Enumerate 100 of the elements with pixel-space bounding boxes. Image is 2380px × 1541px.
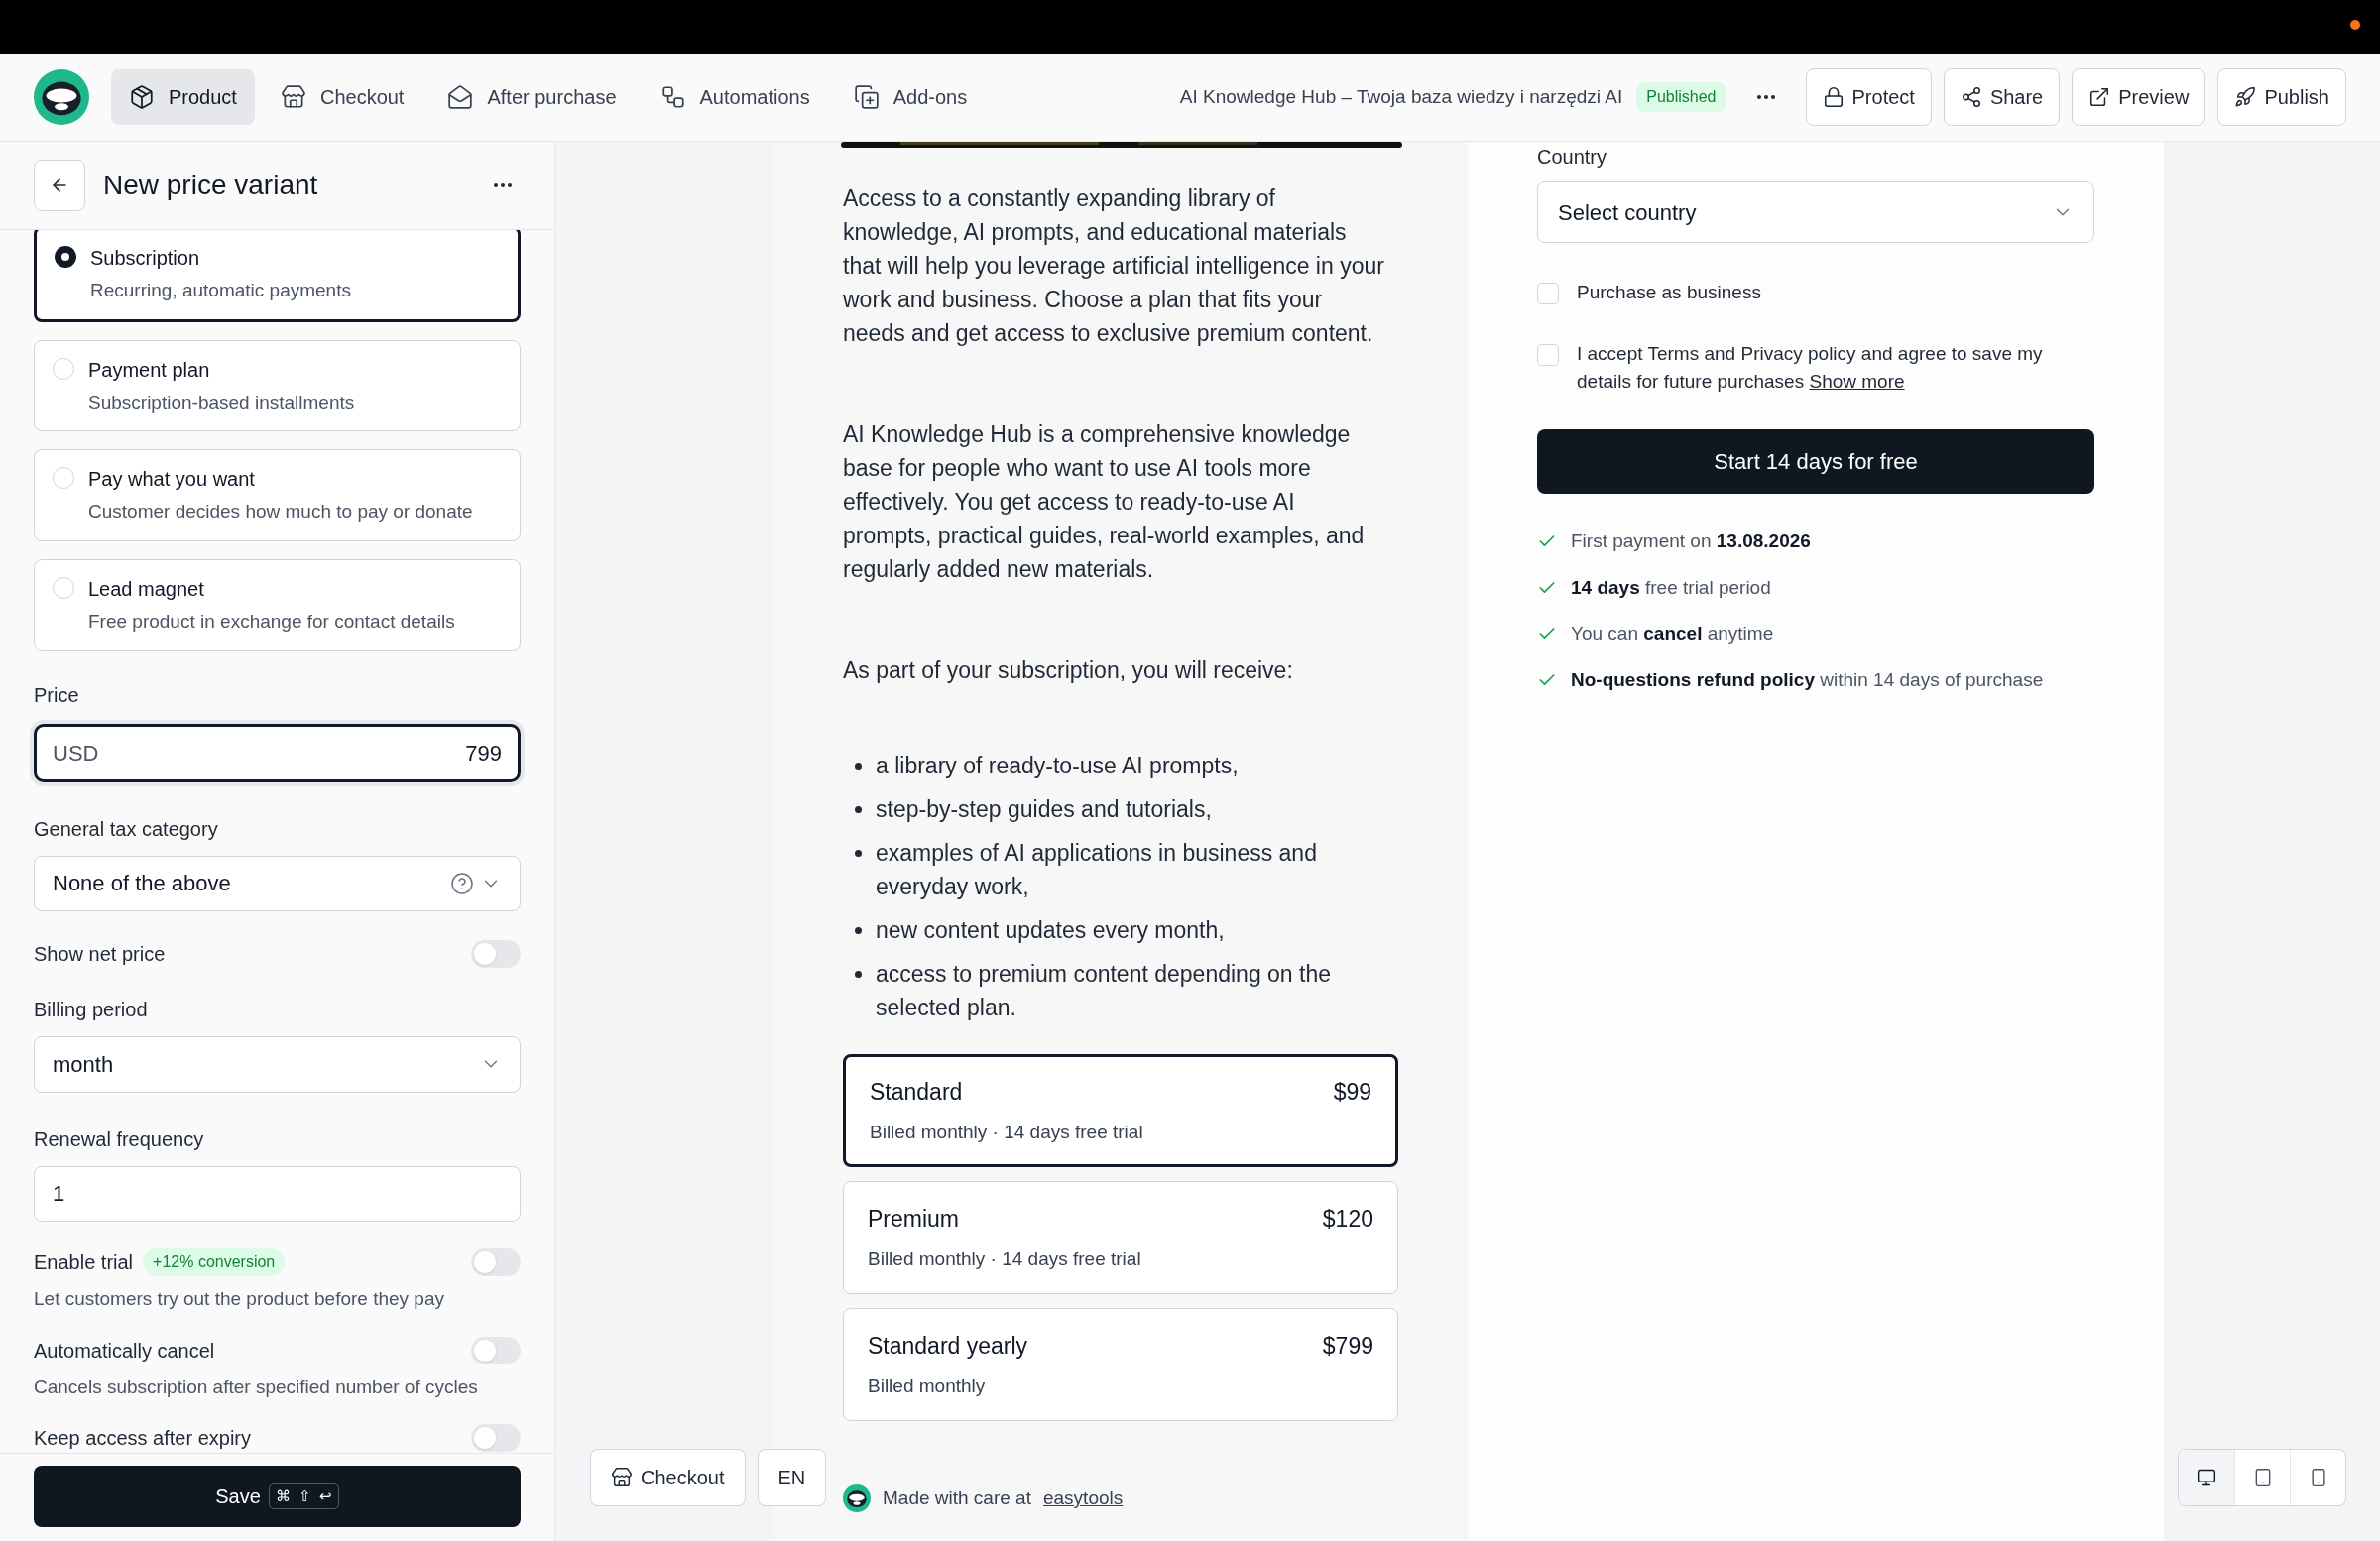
toggle-description: Cancels subscription after specified number of cycles bbox=[34, 1374, 479, 1399]
toggle-switch[interactable] bbox=[471, 1248, 521, 1276]
toolbar-button[interactable]: Share bbox=[1943, 68, 2061, 126]
benefit-text: No-questions refund policy within 14 days of purchase bbox=[1571, 667, 2044, 692]
checkbox-label: I accept Terms and Privacy policy and agree to save my details for future purchases Show more bbox=[1577, 342, 2044, 394]
renewal-frequency-field[interactable]: 1 bbox=[34, 1165, 521, 1222]
price-type-option[interactable]: Payment plan Subscription-based installments bbox=[34, 339, 521, 431]
nav-tab[interactable]: Product bbox=[111, 69, 255, 125]
option-title: Subscription bbox=[90, 246, 201, 271]
field-label: Renewal frequency bbox=[34, 1126, 205, 1152]
plan-card[interactable]: Premium $120 Billed monthly · 14 days free trial bbox=[843, 1181, 1398, 1294]
currency-label: USD bbox=[53, 739, 99, 768]
plan-card[interactable]: Standard yearly $799 Billed monthly bbox=[843, 1308, 1398, 1421]
checkbox[interactable] bbox=[1537, 344, 1559, 366]
panel-title: New price variant bbox=[103, 169, 318, 202]
store-icon bbox=[280, 84, 306, 110]
plan-note: Billed monthly bbox=[868, 1374, 987, 1398]
field-label: General tax category bbox=[34, 816, 219, 842]
radio-button[interactable] bbox=[53, 467, 74, 489]
field-label: Price bbox=[34, 683, 80, 708]
logo-icon bbox=[34, 69, 89, 125]
plan-note: Billed monthly · 14 days free trial bbox=[868, 1247, 1142, 1271]
box-icon bbox=[129, 84, 155, 110]
checkbox-label: Purchase as business bbox=[1577, 281, 1761, 304]
option-description: Free product in exchange for contact details bbox=[88, 609, 455, 634]
bullet-icon bbox=[855, 850, 862, 857]
toggle-description: Let customers try out the product before they pay bbox=[34, 1287, 445, 1311]
plan-price: $99 bbox=[1333, 1077, 1371, 1107]
plan-name: Standard bbox=[870, 1077, 964, 1107]
floating-button[interactable]: Checkout bbox=[590, 1449, 746, 1506]
radio-button[interactable] bbox=[55, 246, 76, 268]
save-button[interactable]: Save ⌘ ⇧ ↩ bbox=[34, 1466, 521, 1527]
radio-button[interactable] bbox=[53, 576, 74, 599]
footer-text: Made with care at bbox=[883, 1486, 1031, 1510]
option-title: Pay what you want bbox=[88, 467, 256, 492]
start-trial-button[interactable]: Start 14 days for free bbox=[1537, 429, 2094, 494]
floating-button[interactable]: EN bbox=[757, 1449, 827, 1506]
toggle-switch[interactable] bbox=[471, 940, 521, 969]
conversion-badge: +12% conversion bbox=[143, 1248, 286, 1276]
description-paragraph: As part of your subscription, you will receive: bbox=[843, 656, 1294, 685]
field-label: Billing period bbox=[34, 998, 149, 1023]
plan-note: Billed monthly · 14 days free trial bbox=[870, 1121, 1144, 1144]
shortcut-hint: ⌘ ⇧ ↩ bbox=[268, 1482, 339, 1510]
nav-tab[interactable]: Checkout bbox=[262, 69, 422, 125]
plan-card[interactable]: Standard $99 Billed monthly · 14 days free trial bbox=[843, 1054, 1398, 1167]
checkbox[interactable] bbox=[1537, 283, 1559, 304]
price-type-option[interactable]: Pay what you want Customer decides how much to pay or donate bbox=[34, 449, 521, 541]
bullet-text: new content updates every month, bbox=[876, 916, 1225, 945]
bullet-icon bbox=[855, 763, 862, 770]
toolbar-button[interactable]: Protect bbox=[1805, 68, 1932, 126]
option-description: Subscription-based installments bbox=[88, 390, 355, 415]
show-more-link[interactable]: Show more bbox=[1809, 371, 1905, 392]
toggle-switch[interactable] bbox=[471, 1424, 521, 1452]
option-title: Payment plan bbox=[88, 357, 211, 383]
back-button[interactable] bbox=[34, 160, 85, 211]
benefit-text: 14 days free trial period bbox=[1571, 575, 1771, 600]
footer-link[interactable]: easytools bbox=[1042, 1484, 1124, 1513]
description-paragraph: Access to a constantly expanding library of knowledge, AI prompts, and educational materials that will help you leverage artificial intelligence in your work and business. Choose a plan that fits your needs and get access to exclusive premium content. bbox=[843, 184, 1384, 348]
nav-tab[interactable]: Automations bbox=[642, 69, 828, 125]
country-select[interactable]: Select country bbox=[1537, 181, 2094, 243]
benefit-text: First payment on 13.08.2026 bbox=[1571, 530, 1811, 553]
status-dot-icon bbox=[2350, 20, 2360, 30]
option-title: Lead magnet bbox=[88, 576, 205, 602]
toolbar-button[interactable]: Preview bbox=[2072, 68, 2206, 126]
toggle-label: Enable trial bbox=[34, 1250, 134, 1275]
bullet-text: step-by-step guides and tutorials, bbox=[876, 795, 1212, 824]
nav-tab[interactable]: After purchase bbox=[429, 69, 635, 125]
toggle-label: Show net price bbox=[34, 942, 167, 968]
option-description: Customer decides how much to pay or donate bbox=[88, 500, 473, 524]
plan-name: Premium bbox=[868, 1204, 960, 1234]
plan-name: Standard yearly bbox=[868, 1331, 1029, 1361]
copy-plus-icon bbox=[853, 84, 880, 110]
bullet-icon bbox=[855, 806, 862, 813]
bullet-text: examples of AI applications in business and everyday work, bbox=[876, 839, 1318, 901]
price-type-option[interactable]: Lead magnet Free product in exchange for contact details bbox=[34, 558, 521, 651]
logo-icon bbox=[843, 1484, 871, 1513]
device-button[interactable] bbox=[2179, 1450, 2234, 1505]
more-icon bbox=[494, 183, 512, 187]
nav-tab[interactable]: Add-ons bbox=[835, 69, 986, 125]
field-label: Country bbox=[1537, 145, 1608, 170]
price-value: 799 bbox=[465, 739, 502, 768]
tax-category-select[interactable]: None of the above bbox=[34, 855, 521, 912]
status-badge: Published bbox=[1636, 82, 1726, 112]
toolbar-button[interactable]: Publish bbox=[2217, 68, 2346, 126]
store-icon bbox=[611, 1467, 633, 1488]
toggle-label: Automatically cancel bbox=[34, 1338, 215, 1363]
price-type-option[interactable]: Subscription Recurring, automatic payments bbox=[34, 230, 521, 322]
plan-price: $799 bbox=[1322, 1331, 1373, 1361]
bullet-text: a library of ready-to-use AI prompts, bbox=[876, 752, 1239, 780]
help-icon bbox=[450, 871, 474, 895]
toggle-switch[interactable] bbox=[471, 1336, 521, 1364]
more-icon bbox=[1756, 95, 1775, 99]
billing-period-select[interactable]: month bbox=[34, 1036, 521, 1093]
option-description: Recurring, automatic payments bbox=[90, 279, 351, 302]
radio-button[interactable] bbox=[53, 357, 74, 380]
description-paragraph: AI Knowledge Hub is a comprehensive knowledge base for people who want to use AI tools more effectively. You get access to ready-to-use AI prompts, practical guides, real-world examples, and regularly added new materials. bbox=[843, 420, 1366, 584]
mail-icon bbox=[447, 84, 474, 110]
rocket-icon bbox=[2234, 86, 2257, 108]
desktop-icon bbox=[2197, 1468, 2216, 1487]
bullet-text: access to premium content depending on the selected plan. bbox=[876, 960, 1332, 1022]
